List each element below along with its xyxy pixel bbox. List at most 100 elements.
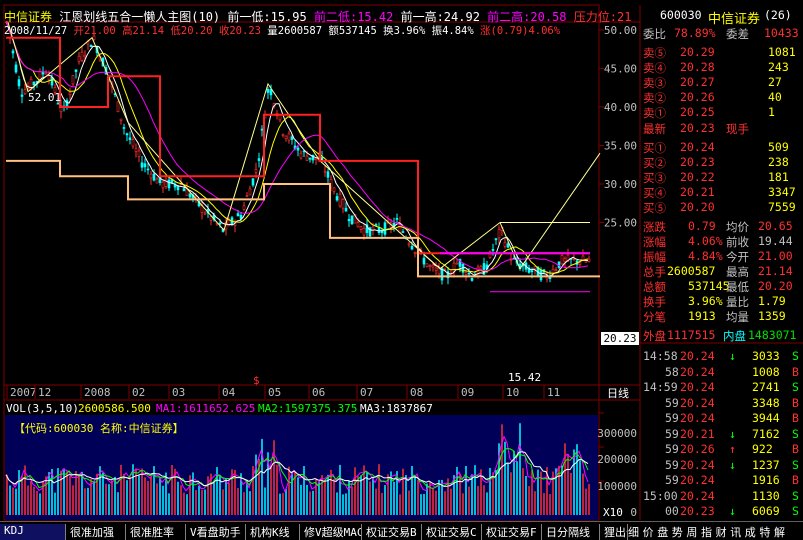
candle-body [254,169,258,173]
side-tab-4[interactable]: 势 [672,524,687,540]
side-tab-6[interactable]: 指 [701,524,716,540]
tab-4[interactable]: V看盘助手 [186,524,246,540]
tab-2[interactable]: 很准加强 [66,524,126,540]
candle-body [374,224,378,226]
buy-volume: 238 [768,155,789,169]
time-tick-label: 09 [461,386,474,399]
tab-11[interactable]: 狸出击 [600,524,628,540]
side-tab-7[interactable]: 财 [716,524,731,540]
tick-volume: 2741 [752,380,780,394]
bar-high: 高21.14 [121,25,165,37]
volume-tick-label: 100000 [597,480,637,493]
latest-label: 最新 [643,122,666,136]
candle-body [251,178,255,186]
buy-price: 20.20 [680,200,715,214]
candle-body [359,226,363,230]
down-arrow-icon: ↓ [729,349,736,363]
tick-row: 00 20.23 ↓ 6069 S [640,504,803,522]
candle-body [557,261,561,268]
candle-body [128,137,132,141]
candle-body [125,133,129,136]
tick-side: B [792,411,799,425]
side-tab-11[interactable]: 解 [774,524,789,540]
candle-body [119,118,123,121]
stat-value: 20.65 [758,219,793,233]
up-arrow-icon: ↑ [729,442,736,456]
tab-8[interactable]: 权证交易C [422,524,482,540]
buy-label: 买② [643,156,666,170]
sell-label: 卖① [643,106,666,120]
tick-price: 20.26 [680,442,715,456]
stat-label: 前收 [726,235,749,249]
tab-7[interactable]: 权证交易B [362,524,422,540]
side-tab-10[interactable]: 特 [759,524,774,540]
tick-price: 20.24 [680,488,715,503]
prev2-high: 前二高:20.58 [487,10,567,24]
stat-value: 3.96% [688,294,723,308]
tick-volume: 7162 [752,426,780,441]
candle-body [89,44,93,47]
side-tab-1[interactable]: 细 [628,524,643,540]
indicator-name[interactable]: 江恩划线五合一懒人主图(10) [59,10,220,24]
stat-label: 最高 [726,265,749,279]
sell-volume: 1081 [768,45,796,59]
tab-6[interactable]: 修V超级MACD [300,524,362,540]
tick-side: B [792,473,799,487]
tab-5[interactable]: 机构K线 [246,524,300,540]
prev2-low: 前二低:15.42 [313,10,394,24]
buy-volume: 181 [768,170,789,184]
stat-value: 4.84% [688,249,723,263]
candle-body [20,94,24,97]
bar-turnover: 换3.96% [383,25,426,37]
candle-body [383,222,387,235]
tick-side: B [792,395,799,410]
weibi-value: 78.89% [674,26,716,40]
candle-body [467,272,471,275]
tick-side: S [792,504,799,518]
candle-body [560,255,564,265]
candle-body [539,270,543,281]
tab-1[interactable]: KDJ [0,524,66,540]
volume-ma2: MA2:1597375.375 [258,402,357,415]
candle-body [533,266,537,270]
quote-panel: 600030 中信证券 (26) 委比 78.89% 委差 10433 卖⑤ 20… [640,0,803,540]
stat-label: 换手 [643,295,666,309]
sell-label: 卖③ [643,76,666,90]
side-tab-3[interactable]: 盘 [657,524,672,540]
tick-volume: 1916 [752,473,780,487]
candle-body [464,272,468,275]
tick-time: 59 [665,395,679,410]
ma-line [5,21,589,274]
tick-side: S [792,426,799,441]
dollar-mark: $ [253,374,260,387]
stat-value: 0.79 [688,219,716,233]
time-tick-label: 2008 [84,386,111,399]
side-tab-9[interactable]: 成 [745,524,760,540]
candle-body [47,75,51,81]
side-tab-2[interactable]: 价 [643,524,658,540]
candle-body [140,162,144,168]
code-label: 【代码:600030 名称:中信证券】 [14,421,184,435]
tick-volume: 1008 [752,364,780,379]
candle-body [143,163,147,168]
weicha-label: 委差 [726,27,749,41]
tab-9[interactable]: 权证交易F [482,524,542,540]
side-tab-5[interactable]: 周 [686,524,701,540]
candle-body [203,212,207,215]
candle-body [338,193,342,207]
outer-inner-row: 外盘 1117515 内盘 1483071 [640,328,803,346]
tab-3[interactable]: 很准胜率 [126,524,186,540]
time-tick-label: 03 [172,386,185,399]
candle-body [308,157,312,160]
stock-name[interactable]: 中信证券 [4,10,52,24]
time-tick-label: 04 [222,386,236,399]
candle-body [476,266,480,277]
quote-count: (26) [764,8,792,22]
xianshou-label: 现手 [726,122,749,136]
tab-10[interactable]: 日分隔线 [542,524,600,540]
candle-body [242,205,246,210]
price-tick-label: 30.00 [604,178,637,191]
tick-time: 00 [665,504,679,518]
buy-volume: 509 [768,140,789,154]
side-tab-8[interactable]: 讯 [730,524,745,540]
